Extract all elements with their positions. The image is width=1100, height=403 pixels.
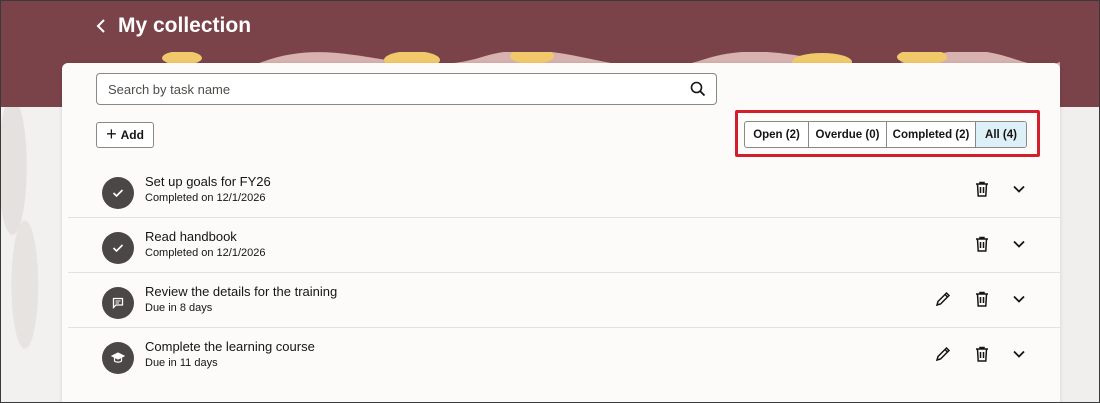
edit-button[interactable] — [932, 288, 954, 310]
delete-button[interactable] — [971, 233, 993, 255]
task-status: Completed on 12/1/2026 — [145, 192, 266, 204]
filter-overdue[interactable]: Overdue (0) — [809, 122, 887, 147]
task-title[interactable]: Review the details for the training — [145, 284, 337, 299]
search-icon[interactable] — [690, 81, 706, 97]
filter-all[interactable]: All (4) — [976, 122, 1026, 147]
trash-icon — [976, 236, 988, 252]
check-icon — [112, 244, 124, 253]
task-status: Due in 8 days — [145, 302, 213, 314]
task-status-circle — [102, 232, 134, 264]
task-row[interactable]: Review the details for the training Due … — [68, 273, 1060, 328]
task-title[interactable]: Read handbook — [145, 229, 237, 244]
pencil-icon — [935, 346, 951, 362]
delete-button[interactable] — [971, 288, 993, 310]
delete-button[interactable] — [971, 178, 993, 200]
check-icon — [112, 189, 124, 198]
filter-segmented-control: Open (2) Overdue (0) Completed (2) All (… — [744, 121, 1027, 148]
trash-icon — [976, 291, 988, 307]
trash-icon — [976, 346, 988, 362]
chevron-down-icon — [1013, 185, 1025, 193]
back-button[interactable] — [90, 14, 112, 38]
search-box[interactable] — [96, 73, 717, 105]
graduation-cap-icon — [111, 352, 125, 363]
chevron-down-icon — [1013, 240, 1025, 248]
page-title: My collection — [118, 14, 252, 37]
chevron-down-icon — [1013, 350, 1025, 358]
filter-completed[interactable]: Completed (2) — [887, 122, 976, 147]
expand-button[interactable] — [1008, 233, 1030, 255]
background-pattern — [0, 107, 62, 403]
task-status-circle — [102, 177, 134, 209]
task-status-circle — [102, 287, 134, 319]
task-title[interactable]: Complete the learning course — [145, 339, 315, 354]
task-row[interactable]: Complete the learning course Due in 11 d… — [68, 328, 1060, 383]
expand-button[interactable] — [1008, 178, 1030, 200]
pencil-icon — [935, 291, 951, 307]
edit-button[interactable] — [932, 343, 954, 365]
background-right — [1060, 107, 1100, 403]
search-input[interactable] — [97, 74, 677, 104]
add-button[interactable]: + Add — [96, 122, 154, 148]
chevron-down-icon — [1013, 295, 1025, 303]
filter-open[interactable]: Open (2) — [745, 122, 809, 147]
collection-card: + Add Open (2) Overdue (0) Completed (2)… — [62, 63, 1060, 403]
task-row[interactable]: Set up goals for FY26 Completed on 12/1/… — [68, 163, 1060, 218]
task-status: Due in 11 days — [145, 357, 218, 369]
task-title[interactable]: Set up goals for FY26 — [145, 174, 271, 189]
expand-button[interactable] — [1008, 343, 1030, 365]
task-status-circle — [102, 342, 134, 374]
chevron-left-icon — [96, 19, 105, 33]
trash-icon — [976, 181, 988, 197]
delete-button[interactable] — [971, 343, 993, 365]
task-row[interactable]: Read handbook Completed on 12/1/2026 — [68, 218, 1060, 273]
task-status: Completed on 12/1/2026 — [145, 247, 266, 259]
plus-icon: + — [106, 124, 117, 144]
add-button-label: Add — [120, 128, 144, 142]
expand-button[interactable] — [1008, 288, 1030, 310]
chat-icon — [112, 297, 124, 309]
